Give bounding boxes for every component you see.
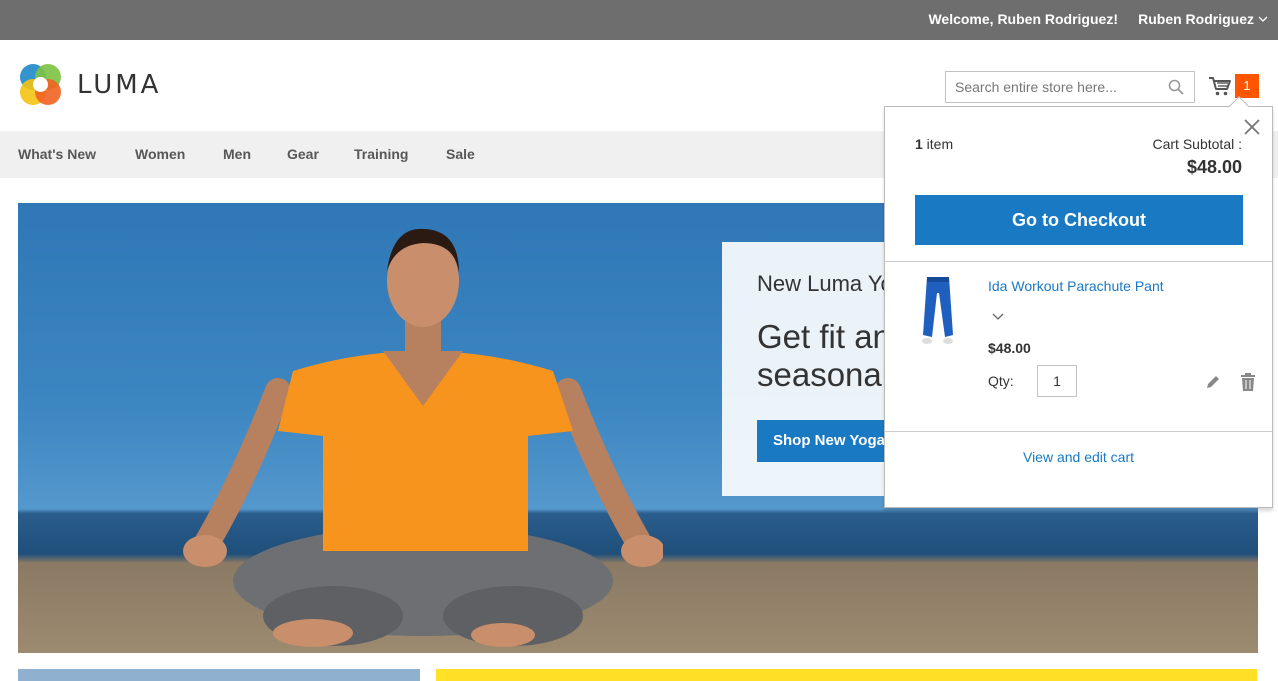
minicart-dropdown: 1 item Cart Subtotal : $48.00 Go to Chec…: [884, 96, 1273, 508]
cart-counter-badge: 1: [1235, 74, 1259, 98]
divider: [885, 431, 1272, 432]
promo-block-right[interactable]: [436, 669, 1257, 681]
nav-item-gear[interactable]: Gear: [287, 146, 319, 162]
account-name: Ruben Rodriguez: [1138, 11, 1254, 27]
subtotal-amount: $48.00: [1186, 157, 1242, 177]
nav-item-men[interactable]: Men: [223, 146, 251, 162]
store-logo[interactable]: LUMA: [18, 62, 161, 107]
qty-label: Qty:: [988, 373, 1014, 389]
close-icon[interactable]: [1243, 118, 1261, 136]
nav-item-whats-new[interactable]: What's New: [18, 146, 96, 162]
item-count-number: 1: [915, 136, 923, 152]
account-menu[interactable]: Ruben Rodriguez: [1138, 11, 1268, 27]
top-bar: Welcome, Ruben Rodriguez! Ruben Rodrigue…: [0, 0, 1278, 40]
welcome-message: Welcome, Ruben Rodriguez!: [928, 11, 1118, 27]
subtotal-label: Cart Subtotal :: [1152, 136, 1243, 152]
search-icon[interactable]: [1168, 79, 1184, 95]
product-name-link[interactable]: Ida Workout Parachute Pant: [988, 278, 1164, 294]
nav-item-training[interactable]: Training: [354, 146, 408, 162]
promo-block-left[interactable]: [18, 669, 420, 681]
edit-icon[interactable]: [1205, 374, 1221, 390]
divider: [885, 261, 1272, 262]
item-count-label: item: [922, 136, 954, 152]
product-thumbnail[interactable]: [917, 275, 959, 349]
go-to-checkout-button[interactable]: Go to Checkout: [915, 195, 1243, 245]
cart-icon: [1209, 77, 1231, 96]
logo-text: LUMA: [77, 69, 162, 100]
minicart-toggle[interactable]: 1: [1208, 74, 1259, 98]
search-input[interactable]: [946, 72, 1156, 102]
yoga-woman-image: [183, 228, 663, 647]
chevron-down-icon: [1258, 16, 1268, 22]
chevron-down-icon[interactable]: [992, 310, 1004, 322]
minicart-item-count: 1 item: [915, 136, 953, 152]
product-price: $48.00: [988, 340, 1031, 356]
nav-item-sale[interactable]: Sale: [446, 146, 475, 162]
search-box: [945, 71, 1195, 103]
luma-logo-icon: [20, 64, 61, 105]
nav-item-women[interactable]: Women: [135, 146, 185, 162]
trash-icon[interactable]: [1240, 373, 1256, 391]
qty-input[interactable]: [1037, 365, 1077, 397]
view-and-edit-cart-link[interactable]: View and edit cart: [885, 449, 1272, 465]
